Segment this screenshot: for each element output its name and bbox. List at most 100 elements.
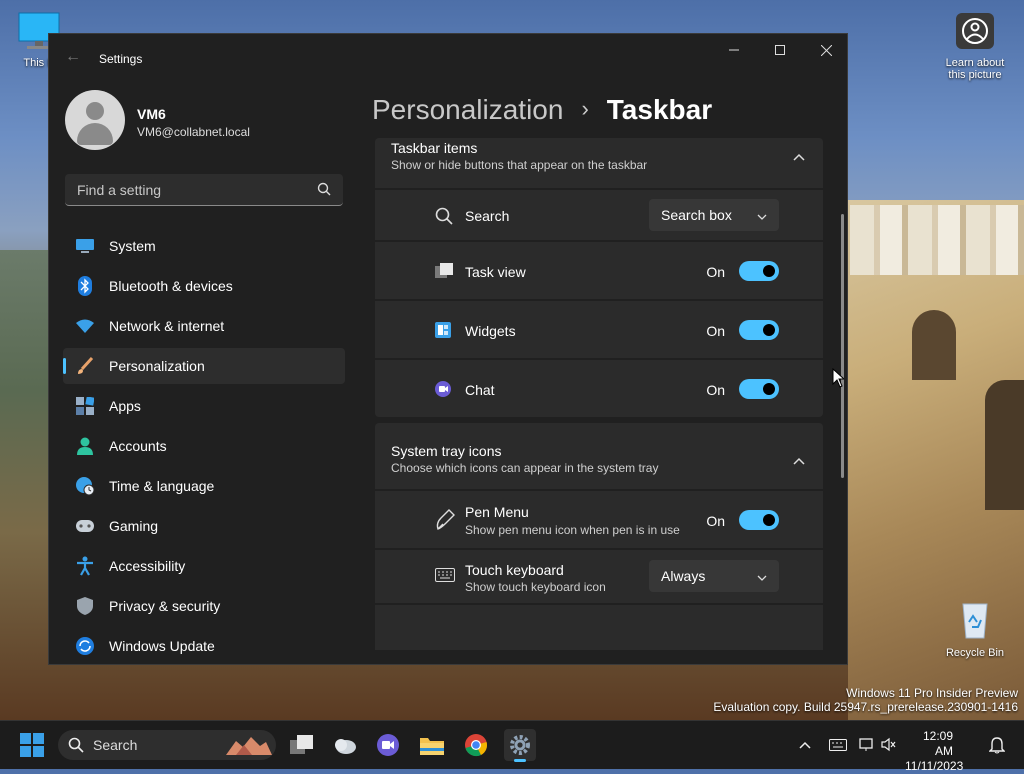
chat-button[interactable] <box>372 729 404 761</box>
setting-label: Touch keyboard <box>465 562 564 578</box>
touch-keyboard-dropdown[interactable]: Always <box>649 560 779 592</box>
system-tray-header[interactable]: System tray icons Choose which icons can… <box>375 423 823 489</box>
watermark-line: Evaluation copy. Build 25947.rs_prerelea… <box>713 700 1018 714</box>
minimize-button[interactable] <box>711 34 757 66</box>
taskbar-search-box[interactable]: Search <box>58 730 276 760</box>
wifi-icon <box>75 316 95 336</box>
desktop-icon-learn-about-picture[interactable]: Learn about this picture <box>938 12 1012 81</box>
sidebar-item-time-language[interactable]: Time & language <box>63 468 345 504</box>
setting-label: Pen Menu <box>465 504 529 520</box>
sidebar-item-label: Gaming <box>109 518 159 534</box>
person-icon <box>75 436 95 456</box>
pen-icon <box>435 509 455 536</box>
touch-keyboard-tray-button[interactable] <box>823 729 853 761</box>
user-name: VM6 <box>137 106 166 122</box>
chat-icon <box>435 381 451 402</box>
recycle-bin-icon <box>944 598 1006 643</box>
start-button[interactable] <box>16 729 48 761</box>
task-view-toggle[interactable] <box>739 261 779 281</box>
sidebar-item-network[interactable]: Network & internet <box>63 308 345 344</box>
maximize-button[interactable] <box>757 34 803 66</box>
notifications-button[interactable] <box>982 729 1012 761</box>
sidebar-item-label: Windows Update <box>109 638 215 654</box>
setting-row-chat: Chat On <box>375 360 823 417</box>
toggle-state-label: On <box>706 513 725 529</box>
sidebar-item-bluetooth[interactable]: Bluetooth & devices <box>63 268 345 304</box>
toggle-state-label: On <box>706 382 725 398</box>
chevron-up-icon[interactable] <box>793 452 805 470</box>
window-title: Settings <box>99 52 143 66</box>
task-view-button[interactable] <box>286 729 318 761</box>
avatar[interactable] <box>65 90 125 150</box>
breadcrumb-parent[interactable]: Personalization <box>372 94 563 125</box>
search-icon <box>68 737 84 758</box>
sidebar-nav: System Bluetooth & devices Network & int… <box>63 228 345 668</box>
clock-time: 12:09 AM <box>922 729 953 758</box>
setting-label: Chat <box>465 382 495 398</box>
search-mode-dropdown[interactable]: Search box <box>649 199 779 231</box>
show-hidden-icons-button[interactable] <box>790 729 820 761</box>
settings-scroll-area[interactable]: Taskbar items Show or hide buttons that … <box>375 138 823 650</box>
sidebar-item-label: System <box>109 238 156 254</box>
sidebar-item-label: Bluetooth & devices <box>109 278 233 294</box>
sidebar-item-windows-update[interactable]: Windows Update <box>63 628 345 664</box>
search-icon <box>435 207 453 230</box>
search-input[interactable] <box>75 181 309 199</box>
gear-icon <box>510 735 530 755</box>
close-button[interactable] <box>803 34 849 66</box>
sidebar-item-accounts[interactable]: Accounts <box>63 428 345 464</box>
accessibility-icon <box>75 556 95 576</box>
mouse-cursor-icon <box>832 367 846 393</box>
taskbar-items-header[interactable]: Taskbar items Show or hide buttons that … <box>375 138 823 188</box>
back-arrow-icon[interactable]: ← <box>65 48 81 66</box>
setting-row-search: Search Search box <box>375 190 823 240</box>
widgets-toggle[interactable] <box>739 320 779 340</box>
sidebar-item-privacy-security[interactable]: Privacy & security <box>63 588 345 624</box>
sidebar: VM6 VM6@collabnet.local System Bluetooth… <box>49 82 359 664</box>
setting-row-widgets: Widgets On <box>375 301 823 358</box>
sidebar-item-gaming[interactable]: Gaming <box>63 508 345 544</box>
setting-description: Show touch keyboard icon <box>465 580 606 594</box>
sidebar-item-label: Time & language <box>109 478 215 494</box>
widgets-button[interactable] <box>329 729 361 761</box>
find-setting-box[interactable] <box>65 174 343 206</box>
monitor-icon <box>75 236 95 256</box>
chevron-up-icon[interactable] <box>793 148 805 166</box>
title-bar[interactable]: ← Settings <box>49 34 847 82</box>
sidebar-item-accessibility[interactable]: Accessibility <box>63 548 345 584</box>
settings-app-button[interactable] <box>504 729 536 762</box>
folder-icon <box>420 738 444 755</box>
wallpaper-arch <box>912 310 956 380</box>
weather-cloud-icon <box>335 739 356 754</box>
sidebar-item-label: Personalization <box>109 358 205 374</box>
chrome-icon <box>465 734 487 757</box>
file-explorer-button[interactable] <box>416 729 448 761</box>
desktop-icon-recycle-bin[interactable]: Recycle Bin <box>944 598 1006 659</box>
sidebar-item-personalization[interactable]: Personalization <box>63 348 345 384</box>
setting-label: Search <box>465 208 510 224</box>
scrollbar[interactable] <box>841 214 844 478</box>
sidebar-item-label: Accessibility <box>109 558 186 574</box>
chat-toggle[interactable] <box>739 379 779 399</box>
quick-settings-button[interactable] <box>856 729 900 761</box>
system-clock[interactable]: 12:09 AM 11/11/2023 <box>905 729 963 774</box>
setting-row-task-view: Task view On <box>375 242 823 299</box>
close-icon <box>820 44 832 56</box>
chrome-button[interactable] <box>460 729 492 761</box>
setting-row-next <box>375 605 823 650</box>
keyboard-icon <box>829 739 847 751</box>
pen-menu-toggle[interactable] <box>739 510 779 530</box>
keyboard-icon <box>435 568 455 587</box>
setting-row-pen-menu: Pen Menu Show pen menu icon when pen is … <box>375 491 823 548</box>
setting-row-touch-keyboard: Touch keyboard Show touch keyboard icon … <box>375 550 823 603</box>
sidebar-item-label: Network & internet <box>109 318 225 334</box>
sidebar-item-system[interactable]: System <box>63 228 345 264</box>
minimize-icon <box>729 49 739 51</box>
watermark-line: Windows 11 Pro Insider Preview <box>846 686 1018 700</box>
sidebar-item-apps[interactable]: Apps <box>63 388 345 424</box>
toggle-state-label: On <box>706 264 725 280</box>
section-subtitle: Show or hide buttons that appear on the … <box>391 158 648 172</box>
brush-icon <box>75 356 95 376</box>
bell-icon <box>989 737 1005 754</box>
sidebar-item-label: Accounts <box>109 438 167 454</box>
